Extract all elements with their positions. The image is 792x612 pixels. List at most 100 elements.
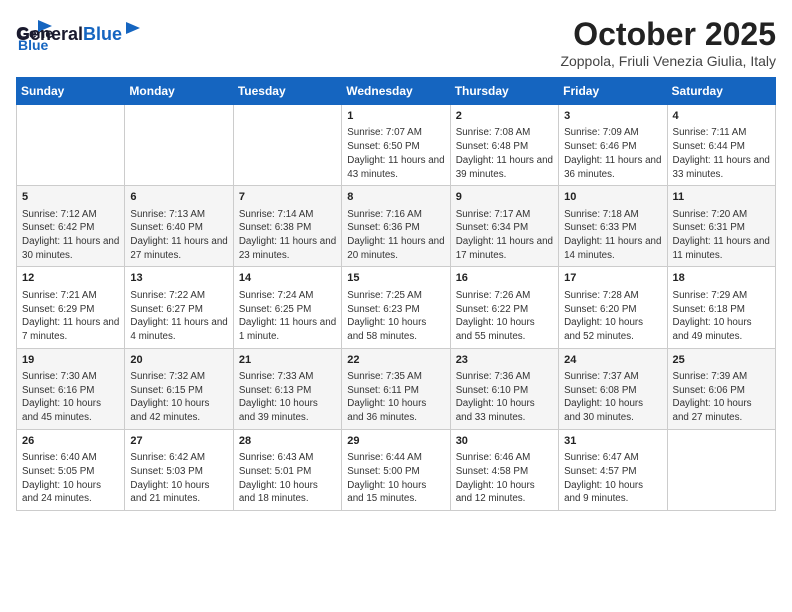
day-number: 4 bbox=[673, 109, 770, 124]
day-header-wednesday: Wednesday bbox=[342, 78, 450, 105]
day-number: 25 bbox=[673, 353, 770, 368]
calendar-header-row: SundayMondayTuesdayWednesdayThursdayFrid… bbox=[17, 78, 776, 105]
cell-content: Sunrise: 7:29 AM Sunset: 6:18 PM Dayligh… bbox=[673, 289, 770, 344]
calendar-cell: 23 Sunrise: 7:36 AM Sunset: 6:10 PM Dayli… bbox=[450, 348, 558, 429]
cell-content: Sunrise: 7:17 AM Sunset: 6:34 PM Dayligh… bbox=[456, 208, 553, 263]
calendar-cell: 13 Sunrise: 7:22 AM Sunset: 6:27 PM Dayli… bbox=[125, 267, 233, 348]
calendar-cell: 4 Sunrise: 7:11 AM Sunset: 6:44 PM Daylig… bbox=[667, 105, 775, 186]
cell-content: Sunrise: 7:11 AM Sunset: 6:44 PM Dayligh… bbox=[673, 126, 770, 181]
calendar-cell bbox=[667, 429, 775, 510]
calendar-cell: 12 Sunrise: 7:21 AM Sunset: 6:29 PM Dayli… bbox=[17, 267, 125, 348]
calendar-week-row: 1 Sunrise: 7:07 AM Sunset: 6:50 PM Daylig… bbox=[17, 105, 776, 186]
cell-content: Sunrise: 7:28 AM Sunset: 6:20 PM Dayligh… bbox=[564, 289, 661, 344]
calendar-cell: 15 Sunrise: 7:25 AM Sunset: 6:23 PM Dayli… bbox=[342, 267, 450, 348]
day-number: 28 bbox=[239, 434, 336, 449]
day-number: 18 bbox=[673, 271, 770, 286]
day-number: 2 bbox=[456, 109, 553, 124]
day-number: 7 bbox=[239, 190, 336, 205]
cell-content: Sunrise: 7:20 AM Sunset: 6:31 PM Dayligh… bbox=[673, 208, 770, 263]
calendar-cell: 19 Sunrise: 7:30 AM Sunset: 6:16 PM Dayli… bbox=[17, 348, 125, 429]
cell-content: Sunrise: 6:40 AM Sunset: 5:05 PM Dayligh… bbox=[22, 451, 119, 506]
calendar-cell: 6Sunrise: 7:13 AM Sunset: 6:40 PM Daylig… bbox=[125, 186, 233, 267]
calendar-cell: 17 Sunrise: 7:28 AM Sunset: 6:20 PM Dayli… bbox=[559, 267, 667, 348]
day-number: 26 bbox=[22, 434, 119, 449]
calendar-week-row: 26 Sunrise: 6:40 AM Sunset: 5:05 PM Dayli… bbox=[17, 429, 776, 510]
day-number: 8 bbox=[347, 190, 444, 205]
day-number: 19 bbox=[22, 353, 119, 368]
day-number: 12 bbox=[22, 271, 119, 286]
day-number: 27 bbox=[130, 434, 227, 449]
calendar-table: SundayMondayTuesdayWednesdayThursdayFrid… bbox=[16, 77, 776, 511]
title-area: October 2025 Zoppola, Friuli Venezia Giu… bbox=[560, 16, 776, 69]
day-number: 5 bbox=[22, 190, 119, 205]
day-number: 6 bbox=[130, 190, 227, 205]
calendar-cell: 28 Sunrise: 6:43 AM Sunset: 5:01 PM Dayli… bbox=[233, 429, 341, 510]
day-number: 15 bbox=[347, 271, 444, 286]
day-number: 10 bbox=[564, 190, 661, 205]
cell-content: Sunrise: 7:26 AM Sunset: 6:22 PM Dayligh… bbox=[456, 289, 553, 344]
day-number: 1 bbox=[347, 109, 444, 124]
calendar-cell: 22Sunrise: 7:35 AM Sunset: 6:11 PM Dayli… bbox=[342, 348, 450, 429]
day-header-sunday: Sunday bbox=[17, 78, 125, 105]
day-number: 13 bbox=[130, 271, 227, 286]
cell-content: Sunrise: 6:44 AM Sunset: 5:00 PM Dayligh… bbox=[347, 451, 444, 506]
day-header-tuesday: Tuesday bbox=[233, 78, 341, 105]
calendar-cell: 30 Sunrise: 6:46 AM Sunset: 4:58 PM Dayli… bbox=[450, 429, 558, 510]
calendar-cell: 24 Sunrise: 7:37 AM Sunset: 6:08 PM Dayli… bbox=[559, 348, 667, 429]
month-title: October 2025 bbox=[560, 16, 776, 53]
calendar-cell: 8 Sunrise: 7:16 AM Sunset: 6:36 PM Daylig… bbox=[342, 186, 450, 267]
calendar-week-row: 12 Sunrise: 7:21 AM Sunset: 6:29 PM Dayli… bbox=[17, 267, 776, 348]
calendar-cell: 10 Sunrise: 7:18 AM Sunset: 6:33 PM Dayli… bbox=[559, 186, 667, 267]
cell-content: Sunrise: 7:30 AM Sunset: 6:16 PM Dayligh… bbox=[22, 370, 119, 425]
cell-content: Sunrise: 7:36 AM Sunset: 6:10 PM Dayligh… bbox=[456, 370, 553, 425]
calendar-body: 1 Sunrise: 7:07 AM Sunset: 6:50 PM Daylig… bbox=[17, 105, 776, 511]
calendar-cell: 20Sunrise: 7:32 AM Sunset: 6:15 PM Dayli… bbox=[125, 348, 233, 429]
calendar-cell: 29 Sunrise: 6:44 AM Sunset: 5:00 PM Dayli… bbox=[342, 429, 450, 510]
day-number: 29 bbox=[347, 434, 444, 449]
calendar-cell: 21 Sunrise: 7:33 AM Sunset: 6:13 PM Dayli… bbox=[233, 348, 341, 429]
calendar-cell: 31 Sunrise: 6:47 AM Sunset: 4:57 PM Dayli… bbox=[559, 429, 667, 510]
calendar-cell bbox=[125, 105, 233, 186]
cell-content: Sunrise: 7:25 AM Sunset: 6:23 PM Dayligh… bbox=[347, 289, 444, 344]
cell-content: Sunrise: 7:16 AM Sunset: 6:36 PM Dayligh… bbox=[347, 208, 444, 263]
cell-content: Sunrise: 7:12 AM Sunset: 6:42 PM Dayligh… bbox=[22, 208, 119, 263]
day-number: 17 bbox=[564, 271, 661, 286]
calendar-cell: 9Sunrise: 7:17 AM Sunset: 6:34 PM Daylig… bbox=[450, 186, 558, 267]
day-number: 20 bbox=[130, 353, 227, 368]
cell-content: Sunrise: 7:07 AM Sunset: 6:50 PM Dayligh… bbox=[347, 126, 444, 181]
cell-content: Sunrise: 6:46 AM Sunset: 4:58 PM Dayligh… bbox=[456, 451, 553, 506]
calendar-cell: 1 Sunrise: 7:07 AM Sunset: 6:50 PM Daylig… bbox=[342, 105, 450, 186]
cell-content: Sunrise: 6:47 AM Sunset: 4:57 PM Dayligh… bbox=[564, 451, 661, 506]
cell-content: Sunrise: 7:24 AM Sunset: 6:25 PM Dayligh… bbox=[239, 289, 336, 344]
day-header-saturday: Saturday bbox=[667, 78, 775, 105]
day-number: 16 bbox=[456, 271, 553, 286]
day-number: 30 bbox=[456, 434, 553, 449]
calendar-cell: 5 Sunrise: 7:12 AM Sunset: 6:42 PM Daylig… bbox=[17, 186, 125, 267]
cell-content: Sunrise: 6:43 AM Sunset: 5:01 PM Dayligh… bbox=[239, 451, 336, 506]
cell-content: Sunrise: 7:18 AM Sunset: 6:33 PM Dayligh… bbox=[564, 208, 661, 263]
day-number: 31 bbox=[564, 434, 661, 449]
logo-flag-icon bbox=[124, 20, 142, 40]
calendar-cell bbox=[17, 105, 125, 186]
cell-content: Sunrise: 7:39 AM Sunset: 6:06 PM Dayligh… bbox=[673, 370, 770, 425]
cell-content: Sunrise: 7:09 AM Sunset: 6:46 PM Dayligh… bbox=[564, 126, 661, 181]
cell-content: Sunrise: 7:33 AM Sunset: 6:13 PM Dayligh… bbox=[239, 370, 336, 425]
day-number: 11 bbox=[673, 190, 770, 205]
calendar-cell: 16 Sunrise: 7:26 AM Sunset: 6:22 PM Dayli… bbox=[450, 267, 558, 348]
day-number: 21 bbox=[239, 353, 336, 368]
day-number: 24 bbox=[564, 353, 661, 368]
day-number: 14 bbox=[239, 271, 336, 286]
cell-content: Sunrise: 7:37 AM Sunset: 6:08 PM Dayligh… bbox=[564, 370, 661, 425]
cell-content: Sunrise: 6:42 AM Sunset: 5:03 PM Dayligh… bbox=[130, 451, 227, 506]
cell-content: Sunrise: 7:21 AM Sunset: 6:29 PM Dayligh… bbox=[22, 289, 119, 344]
page-header: General Blue General Blue October 2025 Z… bbox=[16, 16, 776, 69]
calendar-cell: 3Sunrise: 7:09 AM Sunset: 6:46 PM Daylig… bbox=[559, 105, 667, 186]
location-subtitle: Zoppola, Friuli Venezia Giulia, Italy bbox=[560, 53, 776, 69]
logo-blue: Blue bbox=[83, 24, 122, 45]
calendar-cell: 27 Sunrise: 6:42 AM Sunset: 5:03 PM Dayli… bbox=[125, 429, 233, 510]
calendar-cell: 14 Sunrise: 7:24 AM Sunset: 6:25 PM Dayli… bbox=[233, 267, 341, 348]
cell-content: Sunrise: 7:35 AM Sunset: 6:11 PM Dayligh… bbox=[347, 370, 444, 425]
day-number: 23 bbox=[456, 353, 553, 368]
cell-content: Sunrise: 7:22 AM Sunset: 6:27 PM Dayligh… bbox=[130, 289, 227, 344]
calendar-week-row: 19 Sunrise: 7:30 AM Sunset: 6:16 PM Dayli… bbox=[17, 348, 776, 429]
